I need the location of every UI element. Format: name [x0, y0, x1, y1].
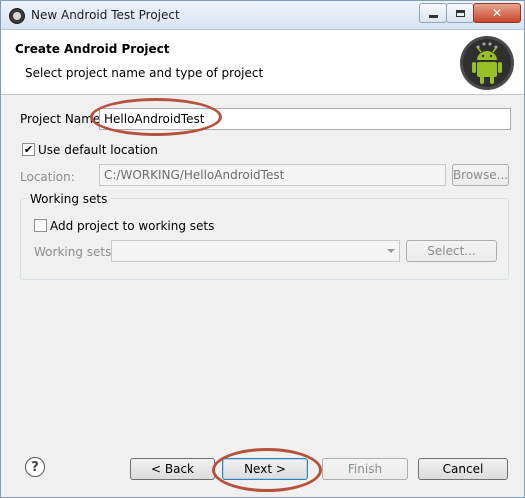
project-name-input[interactable]: [99, 108, 511, 130]
working-sets-group-title: Working sets: [27, 192, 111, 206]
add-to-working-sets-label: Add project to working sets: [50, 219, 215, 233]
minimize-button[interactable]: [419, 3, 447, 23]
banner-title: Create Android Project: [15, 42, 170, 56]
dialog-window: New Android Test Project ✕ Create Androi…: [0, 0, 525, 498]
finish-button[interactable]: Finish: [322, 458, 408, 480]
location-input[interactable]: [99, 164, 446, 186]
project-name-label: Project Name:: [20, 112, 105, 126]
close-button[interactable]: ✕: [473, 3, 521, 23]
banner-subtitle: Select project name and type of project: [25, 66, 264, 80]
android-logo-icon: [460, 36, 514, 90]
browse-button[interactable]: Browse...: [452, 164, 509, 186]
use-default-location-checkbox[interactable]: ✔: [22, 143, 35, 156]
close-icon: ✕: [491, 6, 503, 20]
working-sets-combo[interactable]: [111, 240, 400, 262]
back-button[interactable]: < Back: [130, 458, 215, 480]
checkmark-icon: ✔: [23, 143, 34, 156]
help-icon[interactable]: ?: [25, 457, 45, 477]
maximize-button[interactable]: [446, 3, 474, 23]
window-title: New Android Test Project: [31, 8, 180, 22]
chevron-down-icon: [387, 249, 395, 253]
maximize-icon: [455, 9, 465, 17]
add-to-working-sets-checkbox[interactable]: [34, 219, 47, 232]
working-sets-group: [20, 198, 509, 280]
minimize-icon: [428, 15, 438, 18]
title-bar: New Android Test Project ✕: [1, 1, 524, 30]
location-label: Location:: [20, 170, 75, 184]
next-button[interactable]: Next >: [222, 458, 308, 480]
eclipse-icon: [9, 8, 25, 24]
working-sets-label: Working sets:: [34, 245, 116, 259]
cancel-button[interactable]: Cancel: [418, 458, 508, 480]
wizard-banner: Create Android Project Select project na…: [1, 30, 524, 95]
select-working-sets-button[interactable]: Select...: [406, 240, 497, 262]
use-default-location-label: Use default location: [38, 143, 158, 157]
